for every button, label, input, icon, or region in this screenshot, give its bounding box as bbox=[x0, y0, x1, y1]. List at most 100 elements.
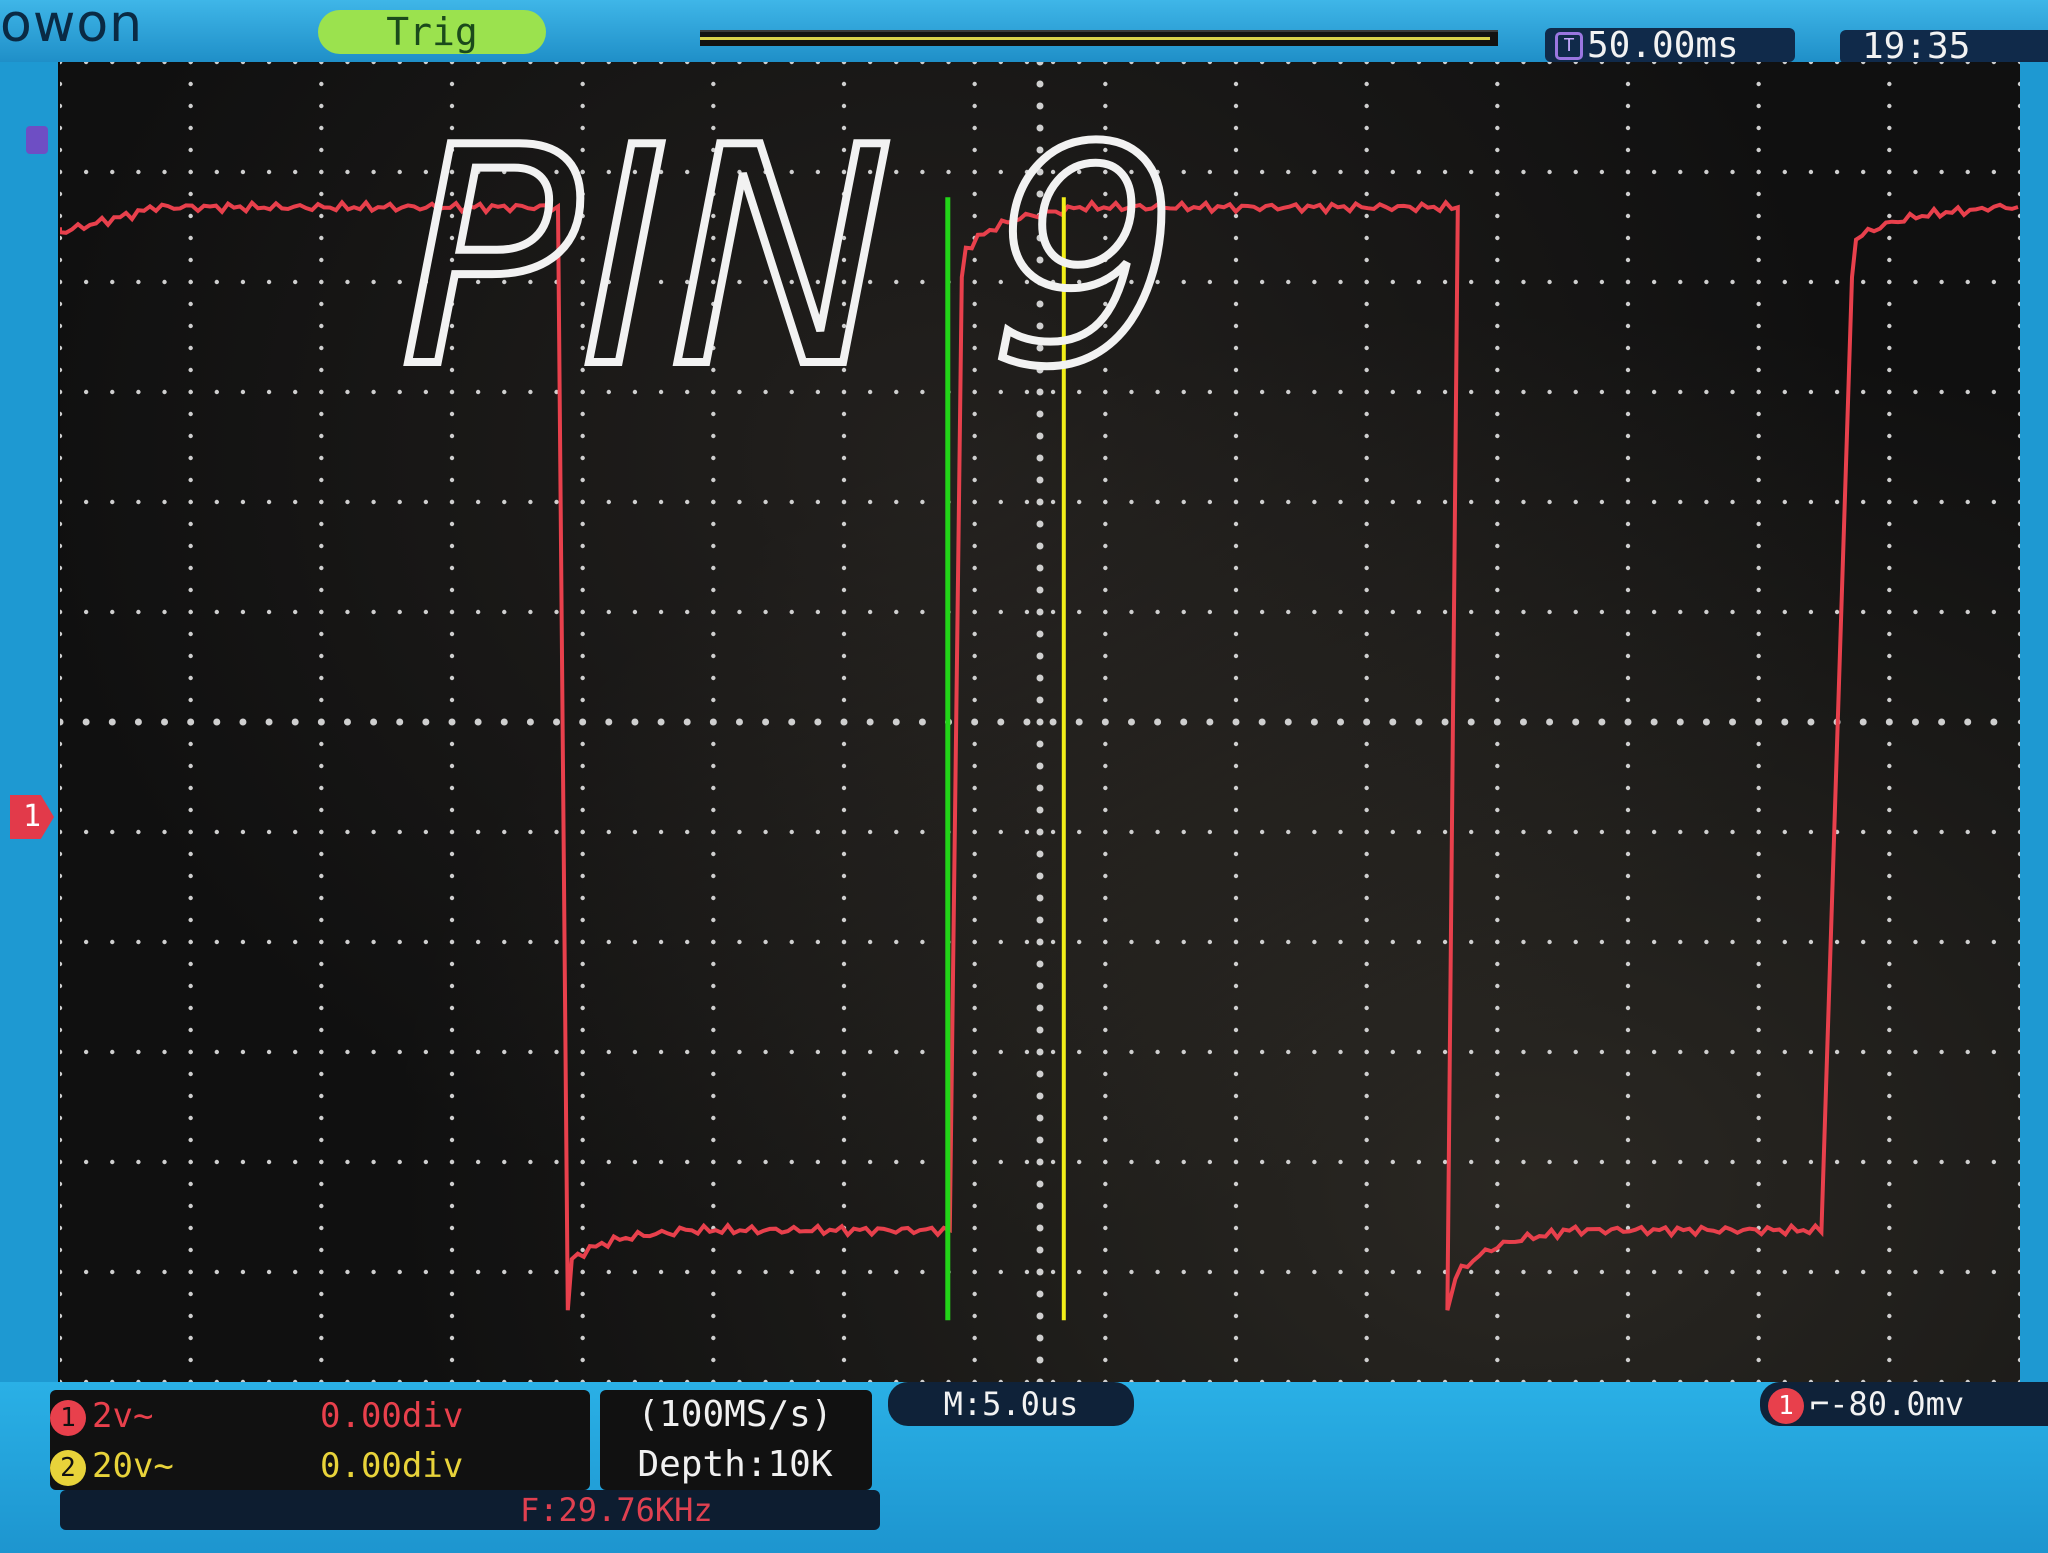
grid-dot bbox=[580, 609, 585, 615]
grid-dot bbox=[972, 1027, 977, 1033]
trigger-position-icon bbox=[26, 126, 48, 154]
grid-dot bbox=[867, 939, 873, 945]
grid-dot bbox=[1103, 1181, 1108, 1187]
grid-dot bbox=[1103, 895, 1108, 901]
grid-dot bbox=[1887, 1357, 1892, 1363]
grid-dot bbox=[580, 895, 585, 901]
grid-dot bbox=[449, 565, 455, 571]
grid-dot bbox=[815, 1159, 821, 1165]
grid-dot bbox=[1887, 1027, 1892, 1033]
grid-dot bbox=[1730, 389, 1735, 395]
grid-dot bbox=[1442, 169, 1448, 175]
grid-dot bbox=[1991, 609, 1997, 615]
grid-dot bbox=[319, 301, 324, 307]
grid-dot bbox=[1625, 1181, 1631, 1187]
grid-dot bbox=[1233, 411, 1239, 417]
grid-dot bbox=[319, 455, 324, 461]
grid-dot bbox=[1756, 609, 1761, 615]
grid-dot bbox=[711, 1181, 716, 1187]
grid-dot bbox=[711, 763, 716, 769]
grid-dot bbox=[1599, 829, 1605, 835]
grid-dot bbox=[423, 1049, 429, 1055]
grid-dot bbox=[2017, 235, 2020, 241]
grid-dot bbox=[1233, 543, 1239, 549]
grid-dot bbox=[1103, 1159, 1108, 1165]
grid-dot bbox=[423, 499, 429, 505]
grid-dot bbox=[1233, 279, 1239, 285]
grid-dot bbox=[1990, 718, 1998, 726]
grid-dot bbox=[1939, 1049, 1944, 1055]
grid-dot bbox=[188, 763, 193, 769]
grid-dot bbox=[1756, 961, 1761, 967]
grid-dot bbox=[110, 499, 115, 505]
grid-dot bbox=[711, 433, 716, 439]
grid-dot bbox=[1364, 1269, 1369, 1275]
grid-dot bbox=[475, 1269, 481, 1275]
grid-dot bbox=[60, 191, 63, 197]
grid-dot bbox=[1887, 653, 1892, 659]
grid-dot bbox=[1756, 257, 1761, 263]
grid-dot bbox=[789, 829, 794, 835]
grid-dot bbox=[136, 1049, 141, 1055]
grid-dot bbox=[815, 62, 821, 65]
grid-dot bbox=[971, 718, 979, 726]
grid-dot bbox=[60, 389, 63, 395]
grid-dot bbox=[1077, 829, 1082, 835]
grid-dot bbox=[319, 323, 324, 329]
grid-dot bbox=[1651, 169, 1657, 175]
grid-dot bbox=[1036, 62, 1044, 66]
grid-dot bbox=[1036, 696, 1044, 704]
grid-dot bbox=[580, 1137, 585, 1143]
grid-dot bbox=[1050, 1049, 1056, 1055]
grid-dot bbox=[1495, 433, 1500, 439]
grid-dot bbox=[580, 807, 585, 813]
grid-dot bbox=[1233, 235, 1239, 241]
grid-dot bbox=[1364, 389, 1369, 395]
grid-dot bbox=[449, 1093, 455, 1099]
grid-dot bbox=[449, 587, 455, 593]
grid-dot bbox=[1756, 345, 1761, 351]
grid-dot bbox=[345, 169, 350, 175]
grid-dot bbox=[1103, 1049, 1108, 1055]
grid-dot bbox=[1442, 609, 1448, 615]
grid-dot bbox=[188, 961, 193, 967]
grid-dot bbox=[1259, 169, 1265, 175]
grid-dot bbox=[319, 653, 324, 659]
grid-dot bbox=[319, 411, 324, 417]
grid-dot bbox=[475, 939, 481, 945]
grid-dot bbox=[83, 499, 89, 505]
grid-dot bbox=[1024, 499, 1030, 505]
grid-dot bbox=[1782, 1269, 1788, 1275]
grid-dot bbox=[60, 477, 63, 483]
grid-dot bbox=[528, 499, 533, 505]
grid-dot bbox=[1625, 895, 1631, 901]
grid-dot bbox=[711, 1313, 716, 1319]
grid-dot bbox=[319, 1247, 324, 1253]
grid-dot bbox=[1521, 169, 1526, 175]
grid-dot bbox=[1887, 917, 1892, 923]
grid-dot bbox=[920, 609, 925, 615]
grid-dot bbox=[737, 1269, 742, 1275]
grid-dot bbox=[1834, 499, 1840, 505]
grid-dot bbox=[1991, 1159, 1997, 1165]
grid-dot bbox=[2017, 411, 2020, 417]
grid-dot bbox=[449, 917, 455, 923]
grid-dot bbox=[1756, 851, 1761, 857]
grid-dot bbox=[1756, 675, 1761, 681]
grid-dot bbox=[1390, 62, 1395, 65]
grid-dot bbox=[187, 718, 195, 726]
grid-dot bbox=[1625, 565, 1631, 571]
grid-dot bbox=[1859, 718, 1867, 726]
grid-dot bbox=[1495, 1049, 1500, 1055]
grid-dot bbox=[972, 785, 977, 791]
grid-dot bbox=[1364, 1203, 1369, 1209]
grid-dot bbox=[972, 763, 977, 769]
timebase-icon: T bbox=[1555, 32, 1583, 60]
grid-dot bbox=[1103, 543, 1108, 549]
grid-dot bbox=[1913, 609, 1918, 615]
grid-dot bbox=[685, 609, 690, 615]
grid-dot bbox=[841, 62, 847, 65]
grid-dot bbox=[502, 1269, 507, 1275]
grid-dot bbox=[580, 1203, 585, 1209]
grid-dot bbox=[1206, 718, 1214, 726]
